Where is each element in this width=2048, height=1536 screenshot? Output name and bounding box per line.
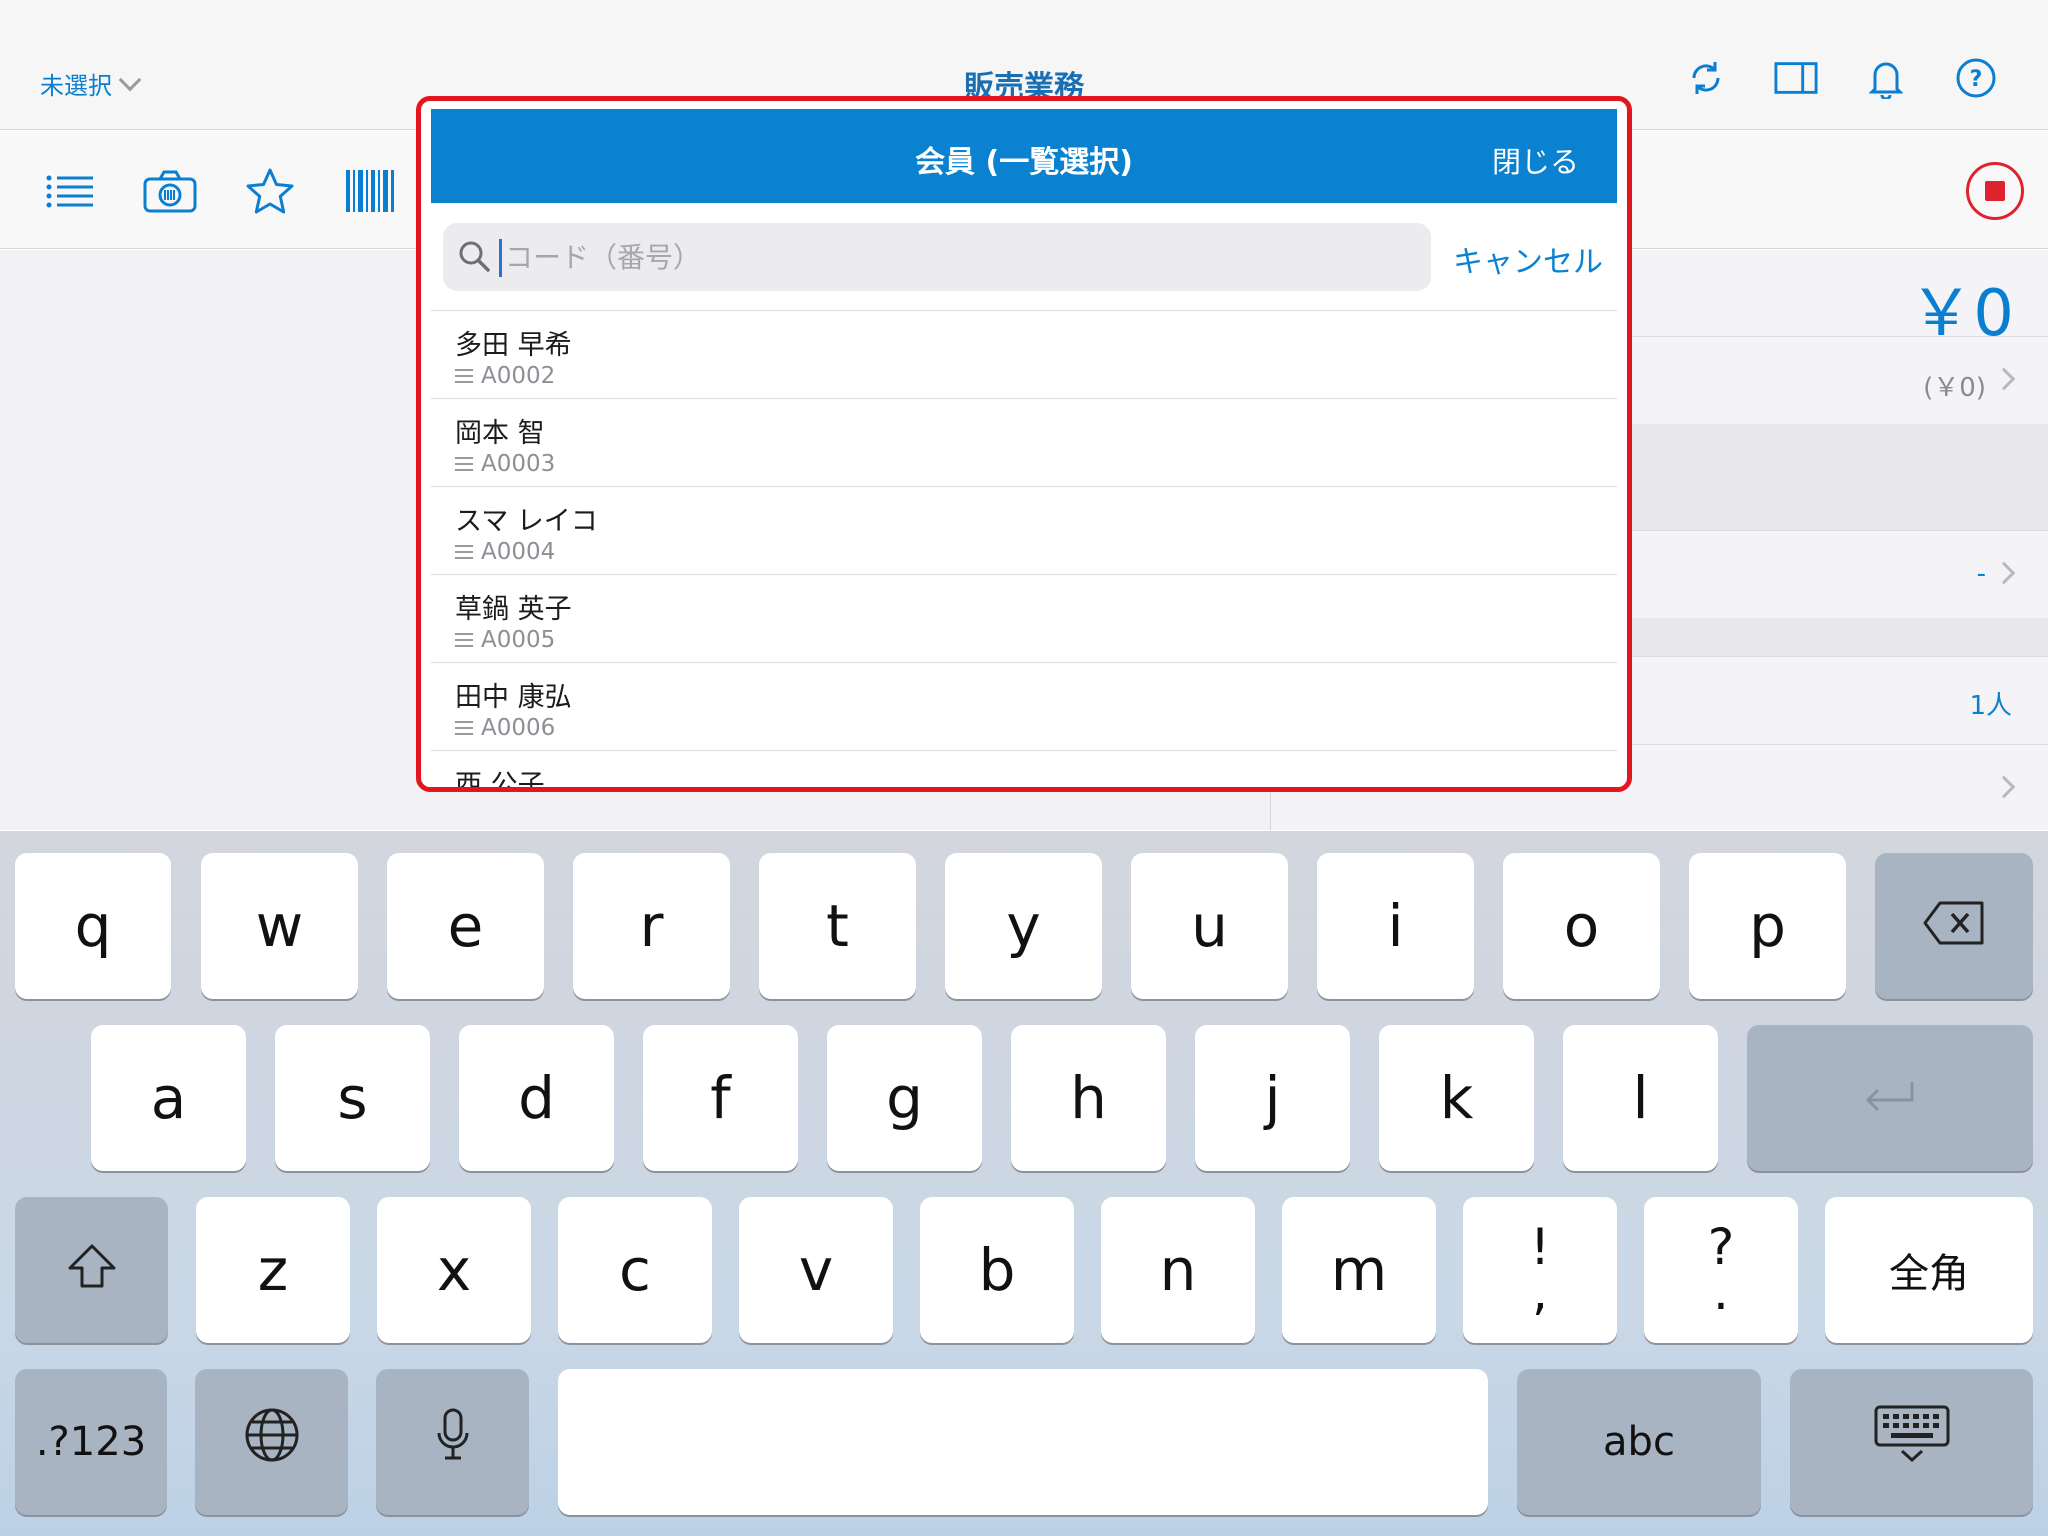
key-n[interactable]: n: [1101, 1197, 1255, 1343]
refresh-icon[interactable]: [1684, 56, 1728, 100]
shift-key[interactable]: [15, 1197, 168, 1343]
member-code: A0002: [455, 363, 555, 389]
popover-header: 会員 (一覧選択) 閉じる: [431, 109, 1617, 203]
camera-icon[interactable]: [140, 161, 200, 221]
member-name: 西 公子: [455, 770, 545, 789]
microphone-icon: [435, 1407, 471, 1477]
keyboard-dismiss-icon: [1874, 1405, 1950, 1479]
bell-icon[interactable]: [1864, 56, 1908, 100]
member-name: スマ レイコ: [455, 506, 598, 537]
on-screen-keyboard: q w e r t y u i o p a s d f g h j k l z …: [0, 831, 2048, 1536]
key-m[interactable]: m: [1282, 1197, 1436, 1343]
member-name: 岡本 智: [455, 418, 545, 449]
member-picker-popover: 会員 (一覧選択) 閉じる キャンセル 多田 早希 A0002 岡本 智 A00…: [416, 96, 1632, 792]
member-code: A0004: [455, 539, 555, 565]
subtotal-value: (￥0): [1923, 373, 1986, 403]
key-g[interactable]: g: [827, 1025, 982, 1171]
microphone-key[interactable]: [376, 1369, 529, 1515]
shift-icon: [66, 1236, 118, 1304]
key-i[interactable]: i: [1317, 853, 1474, 999]
search-bar: キャンセル: [431, 203, 1617, 311]
key-r[interactable]: r: [573, 853, 730, 999]
key-h[interactable]: h: [1011, 1025, 1166, 1171]
code-lines-icon: [455, 633, 473, 647]
search-field[interactable]: [443, 223, 1431, 291]
delete-icon: [1922, 892, 1986, 960]
member-name: 多田 早希: [455, 330, 572, 361]
numbers-key[interactable]: .?123: [15, 1369, 167, 1515]
key-c[interactable]: c: [558, 1197, 712, 1343]
key-v[interactable]: v: [739, 1197, 893, 1343]
member-name: 田中 康弘: [455, 682, 572, 713]
key-k[interactable]: k: [1379, 1025, 1534, 1171]
list-item[interactable]: 田中 康弘 A0006: [431, 663, 1617, 751]
text-cursor: [499, 239, 502, 277]
people-count: 1人: [1969, 691, 2012, 721]
key-u[interactable]: u: [1131, 853, 1288, 999]
chevron-right-icon: [1992, 367, 2016, 391]
list-item[interactable]: 多田 早希 A0002: [431, 311, 1617, 399]
key-y[interactable]: y: [945, 853, 1102, 999]
help-icon[interactable]: ?: [1954, 56, 1998, 100]
search-input[interactable]: [505, 233, 1405, 281]
key-o[interactable]: o: [1503, 853, 1660, 999]
key-z[interactable]: z: [196, 1197, 350, 1343]
key-e[interactable]: e: [387, 853, 544, 999]
globe-icon: [244, 1407, 300, 1477]
key-x[interactable]: x: [377, 1197, 531, 1343]
svg-text:?: ?: [1970, 67, 1983, 92]
delete-key[interactable]: [1875, 853, 2033, 999]
chevron-right-icon: [1992, 561, 2016, 585]
list-icon[interactable]: [40, 161, 100, 221]
split-view-icon[interactable]: [1774, 56, 1818, 100]
code-lines-icon: [455, 457, 473, 471]
key-f[interactable]: f: [643, 1025, 798, 1171]
return-key[interactable]: [1747, 1025, 2033, 1171]
staff-value: -: [1976, 559, 1986, 589]
list-item[interactable]: 草鍋 英子 A0005: [431, 575, 1617, 663]
member-code: A0003: [455, 451, 555, 477]
key-p[interactable]: p: [1689, 853, 1846, 999]
record-stop-icon[interactable]: [1966, 162, 2024, 220]
member-name: 草鍋 英子: [455, 594, 572, 625]
key-j[interactable]: j: [1195, 1025, 1350, 1171]
code-lines-icon: [455, 721, 473, 735]
fullwidth-key[interactable]: 全角: [1825, 1197, 2033, 1343]
list-item[interactable]: スマ レイコ A0004: [431, 487, 1617, 575]
list-item[interactable]: 西 公子: [431, 751, 1617, 789]
key-b[interactable]: b: [920, 1197, 1074, 1343]
keyboard-dismiss-key[interactable]: [1790, 1369, 2033, 1515]
star-icon[interactable]: [240, 161, 300, 221]
member-list[interactable]: 多田 早希 A0002 岡本 智 A0003 スマ レイコ A0004 草鍋 英…: [431, 311, 1617, 789]
code-lines-icon: [455, 369, 473, 383]
key-a[interactable]: a: [91, 1025, 246, 1171]
key-s[interactable]: s: [275, 1025, 430, 1171]
member-code: A0005: [455, 627, 555, 653]
list-item[interactable]: 岡本 智 A0003: [431, 399, 1617, 487]
popover-title: 会員 (一覧選択): [915, 145, 1133, 180]
space-key[interactable]: [558, 1369, 1488, 1515]
key-w[interactable]: w: [201, 853, 358, 999]
return-icon: [1860, 1064, 1920, 1132]
search-icon: [457, 239, 491, 277]
key-t[interactable]: t: [759, 853, 916, 999]
key-exclamation-comma[interactable]: !,: [1463, 1197, 1617, 1343]
key-d[interactable]: d: [459, 1025, 614, 1171]
key-q[interactable]: q: [15, 853, 171, 999]
abc-key[interactable]: abc: [1517, 1369, 1761, 1515]
globe-key[interactable]: [195, 1369, 348, 1515]
cancel-button[interactable]: キャンセル: [1453, 237, 1603, 281]
barcode-icon[interactable]: [340, 161, 400, 221]
member-code: A0006: [455, 715, 555, 741]
chevron-right-icon: [1992, 775, 2016, 799]
code-lines-icon: [455, 545, 473, 559]
close-button[interactable]: 閉じる: [1492, 139, 1579, 181]
key-question-period[interactable]: ?.: [1644, 1197, 1798, 1343]
key-l[interactable]: l: [1563, 1025, 1718, 1171]
